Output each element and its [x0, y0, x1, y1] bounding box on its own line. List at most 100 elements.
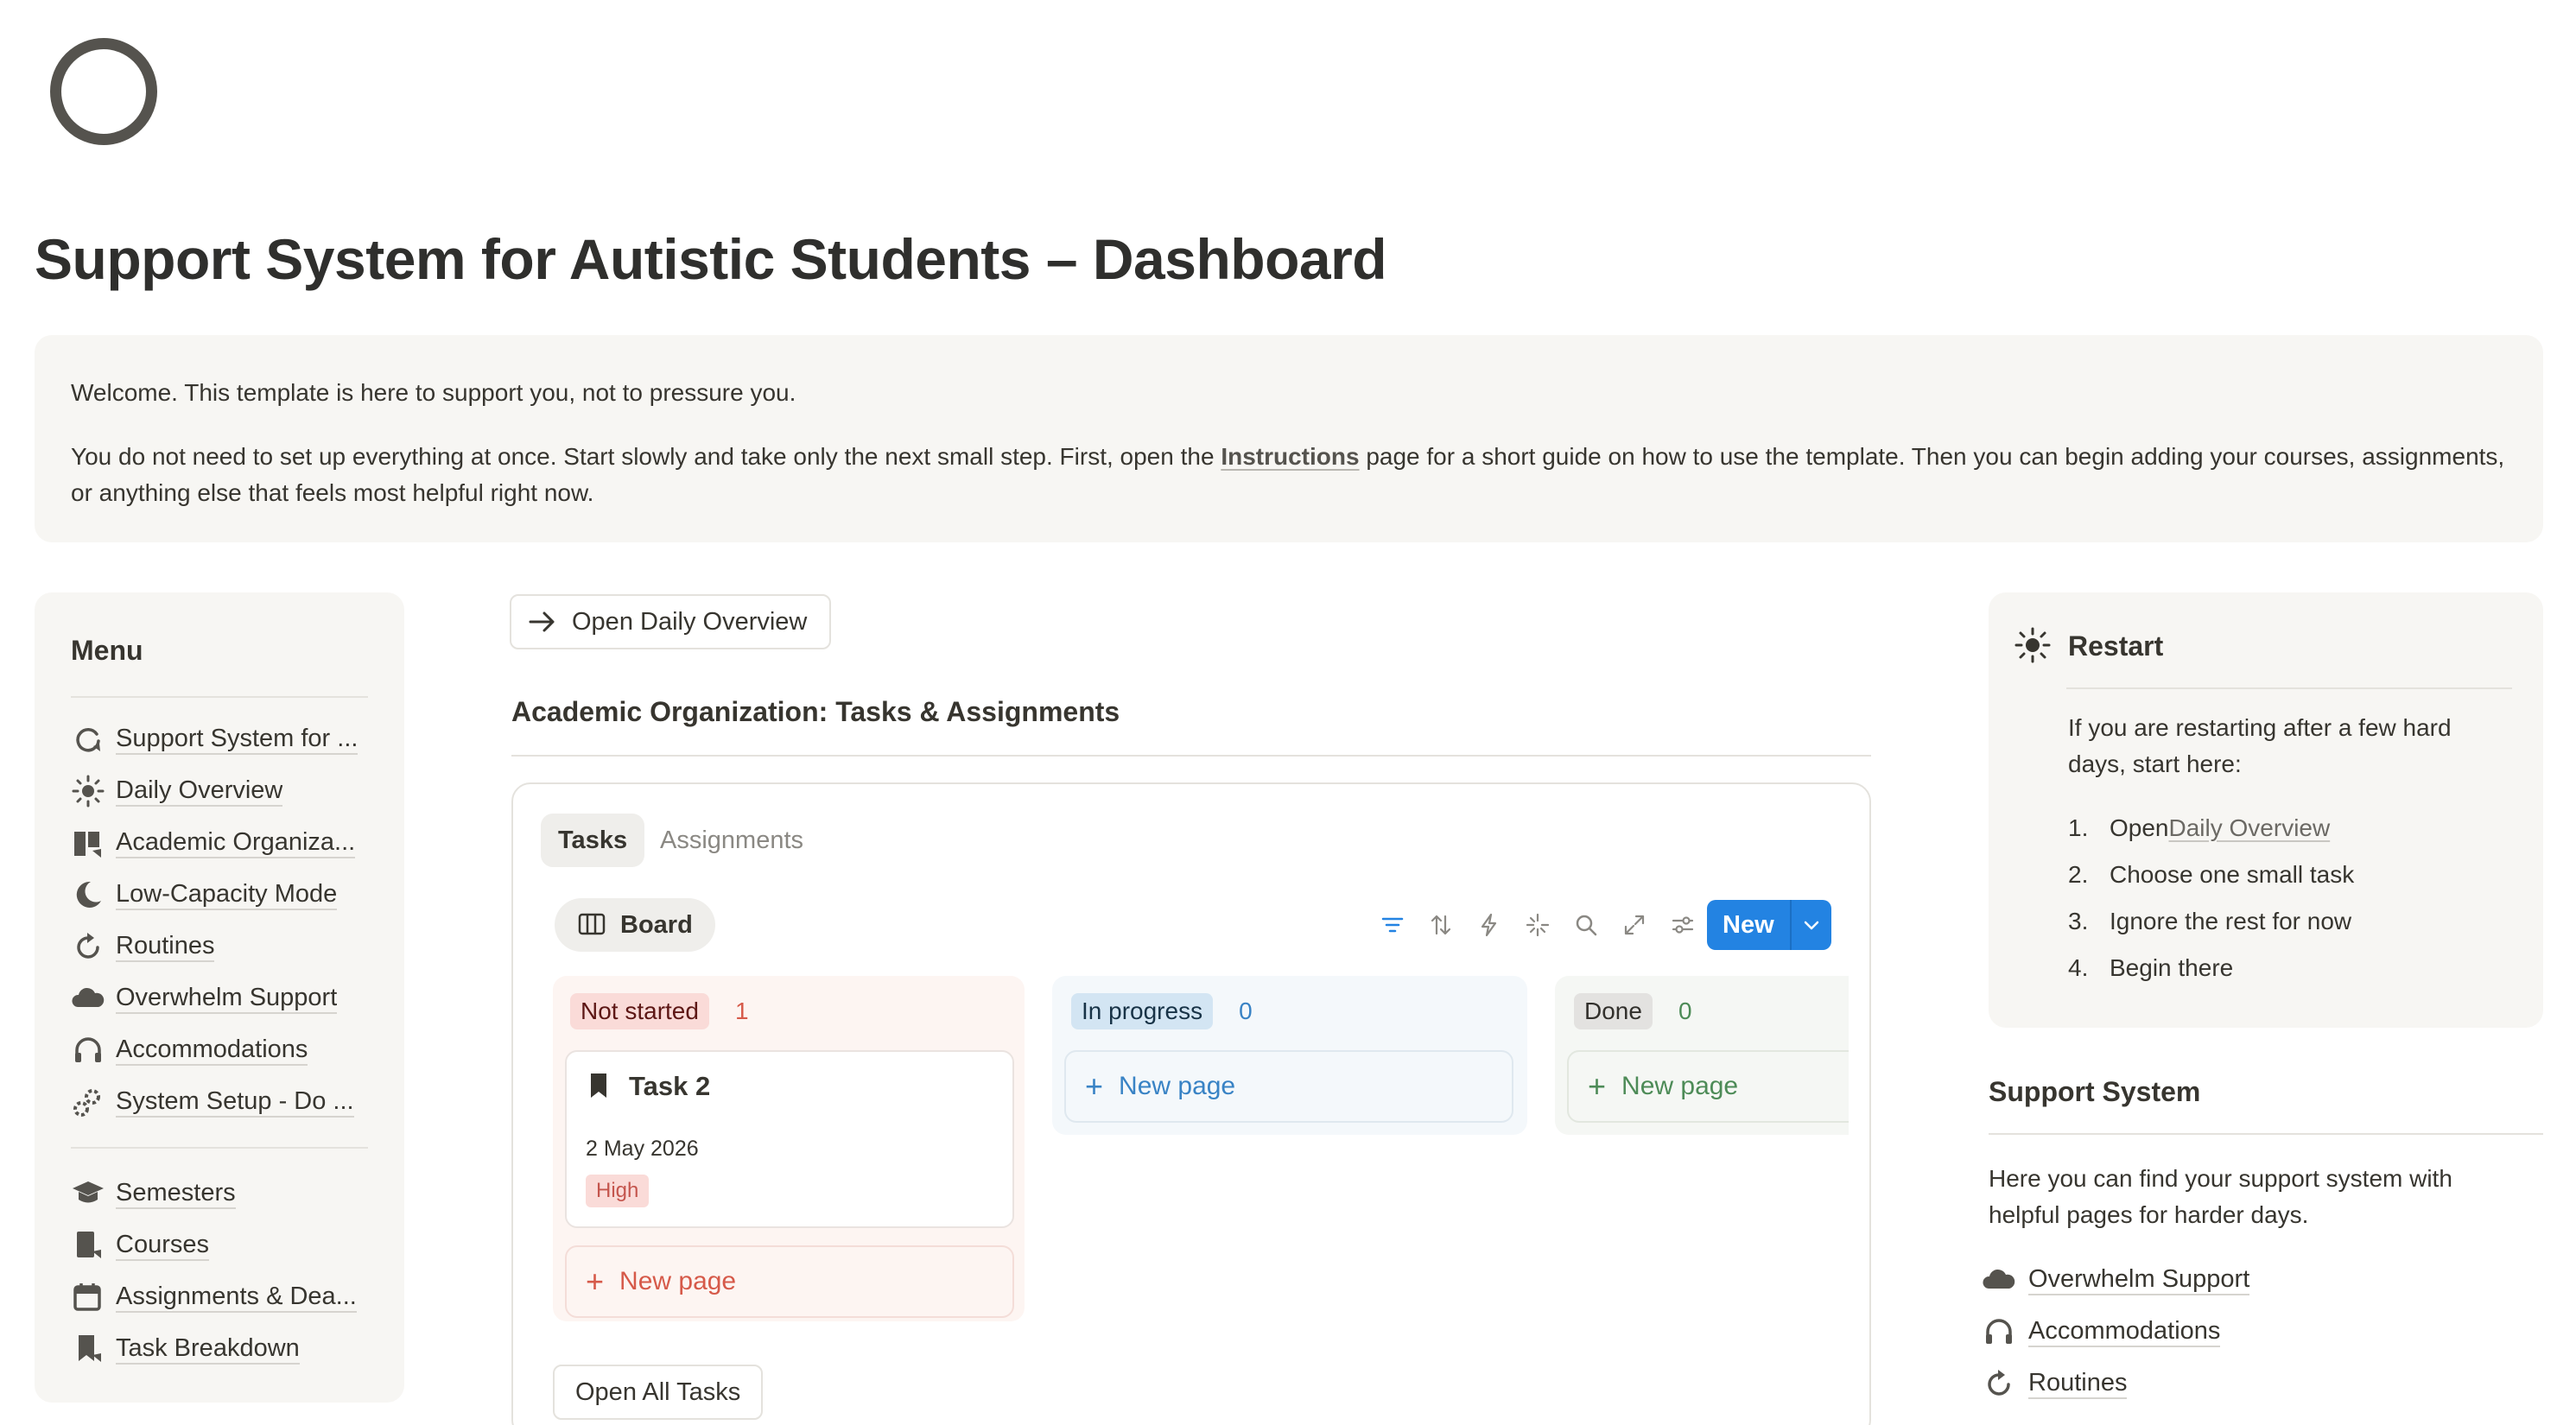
- open-daily-overview-label: Open Daily Overview: [572, 607, 808, 636]
- restart-divider: [2066, 687, 2512, 689]
- status-pill-in-progress: In progress: [1071, 993, 1214, 1029]
- notebook-icon: [71, 1228, 105, 1263]
- arrow-right-icon: [527, 606, 558, 637]
- column-count: 0: [1239, 998, 1253, 1024]
- refresh-icon: [1982, 1366, 2016, 1401]
- support-link-label: Accommodations: [2028, 1316, 2221, 1347]
- menu-item-label: Semesters: [116, 1178, 236, 1209]
- cloud-icon: [71, 981, 105, 1016]
- menu-item-label: Assignments & Dea...: [116, 1282, 357, 1313]
- menu-item-low-capacity[interactable]: Low-Capacity Mode: [71, 869, 368, 921]
- menu-item-label: Low-Capacity Mode: [116, 879, 338, 910]
- menu-divider: [71, 1147, 368, 1149]
- step-number: 2.: [2068, 861, 2089, 888]
- daily-overview-link[interactable]: Daily Overview: [2169, 810, 2331, 857]
- restart-callout: Restart If you are restarting after a fe…: [1989, 592, 2543, 1028]
- support-description: Here you can find your support system wi…: [1989, 1165, 2452, 1228]
- task-title-label: Task 2: [629, 1071, 711, 1101]
- menu-item-accommodations[interactable]: Accommodations: [71, 1024, 368, 1076]
- step-text: Open: [2110, 814, 2169, 841]
- menu-item-system-setup[interactable]: System Setup - Do ...: [71, 1076, 368, 1128]
- menu-item-label: Overwhelm Support: [116, 983, 338, 1014]
- step-number: 4.: [2068, 954, 2089, 981]
- gears-icon: [71, 1085, 105, 1119]
- support-link-routines[interactable]: Routines: [1982, 1358, 2249, 1409]
- step-text: Ignore the rest for now: [2110, 908, 2352, 934]
- step-text: Choose one small task: [2110, 861, 2355, 888]
- sun-icon: [2014, 627, 2053, 665]
- status-pill-done: Done: [1574, 993, 1653, 1029]
- task-card[interactable]: Task 2 2 May 2026 High: [565, 1050, 1014, 1228]
- callout-text: You do not need to set up everything at …: [71, 443, 1221, 470]
- board-view-selector[interactable]: Board: [555, 898, 715, 952]
- menu-item-label: Task Breakdown: [116, 1333, 300, 1365]
- bookmark-icon: [586, 1072, 615, 1101]
- menu-item-label: Courses: [116, 1230, 209, 1261]
- restart-title: Restart: [2068, 630, 2164, 662]
- task-date: 2 May 2026: [586, 1137, 699, 1161]
- column-header: Not started 1: [570, 993, 749, 1029]
- menu-item-routines[interactable]: Routines: [71, 921, 368, 972]
- plus-icon: +: [1588, 1068, 1607, 1104]
- support-divider: [1989, 1133, 2543, 1135]
- open-all-tasks-button[interactable]: Open All Tasks: [553, 1365, 764, 1420]
- headphones-icon: [71, 1033, 105, 1067]
- restart-step: 1. Open Daily Overview: [2068, 810, 2354, 857]
- menu-item-daily-overview[interactable]: Daily Overview: [71, 765, 368, 817]
- new-page-button[interactable]: + New page: [565, 1245, 1014, 1318]
- sort-icon[interactable]: [1417, 901, 1465, 949]
- new-button-label: New: [1723, 910, 1774, 939]
- menu-item-academic-organization[interactable]: Academic Organiza...: [71, 817, 368, 869]
- new-page-label: New page: [1119, 1072, 1236, 1100]
- tab-tasks[interactable]: Tasks: [541, 814, 645, 867]
- menu-item-task-breakdown[interactable]: Task Breakdown: [71, 1323, 368, 1375]
- menu-item-label: Support System for ...: [116, 724, 358, 755]
- menu-divider: [71, 696, 368, 698]
- new-button[interactable]: New: [1707, 900, 1831, 950]
- new-page-label: New page: [1621, 1072, 1739, 1100]
- menu-item-assignments-deadlines[interactable]: Assignments & Dea...: [71, 1271, 368, 1323]
- menu-item-overwhelm-support[interactable]: Overwhelm Support: [71, 972, 368, 1024]
- graduation-cap-icon: [71, 1176, 105, 1211]
- board-icon: [577, 909, 608, 940]
- circle-arrow-icon: [71, 722, 105, 757]
- section-divider: [511, 755, 1871, 757]
- page-circle-icon[interactable]: [50, 38, 157, 145]
- plus-icon: +: [586, 1264, 605, 1299]
- instructions-link[interactable]: Instructions: [1221, 443, 1359, 470]
- menu-item-label: System Setup - Do ...: [116, 1086, 354, 1118]
- step-number: 1.: [2068, 814, 2089, 841]
- chevron-down-icon[interactable]: [1792, 915, 1831, 934]
- board-column-not-started: Not started 1 Task 2 2 May 2026 High + N…: [553, 976, 1025, 1321]
- filter-icon[interactable]: [1368, 901, 1417, 949]
- menu-item-support-system[interactable]: Support System for ...: [71, 713, 368, 765]
- book-icon: [71, 826, 105, 860]
- menu-panel: Menu Support System for ... Daily Overvi…: [35, 592, 404, 1403]
- expand-icon[interactable]: [1610, 901, 1659, 949]
- new-page-button[interactable]: + New page: [1064, 1050, 1513, 1123]
- support-link-accommodations[interactable]: Accommodations: [1982, 1306, 2249, 1358]
- search-icon[interactable]: [1562, 901, 1610, 949]
- board-view-label: Board: [620, 910, 693, 939]
- refresh-icon: [71, 929, 105, 964]
- column-count: 1: [734, 998, 749, 1024]
- new-page-button[interactable]: + New page: [1567, 1050, 1849, 1123]
- automation-bolt-icon[interactable]: [1465, 901, 1513, 949]
- step-number: 3.: [2068, 908, 2089, 934]
- callout-line-2: You do not need to set up everything at …: [71, 439, 2507, 511]
- restart-step: 2. Choose one small task: [2068, 857, 2354, 903]
- menu-item-semesters[interactable]: Semesters: [71, 1168, 368, 1219]
- settings-sliders-icon[interactable]: [1659, 901, 1707, 949]
- database-toolbar: [1368, 900, 1707, 950]
- open-daily-overview-button[interactable]: Open Daily Overview: [510, 594, 832, 649]
- support-link-label: Routines: [2028, 1368, 2128, 1399]
- calendar-icon: [71, 1280, 105, 1314]
- support-link-overwhelm[interactable]: Overwhelm Support: [1982, 1254, 2250, 1306]
- menu-item-courses[interactable]: Courses: [71, 1219, 368, 1271]
- menu-item-label: Academic Organiza...: [116, 827, 356, 858]
- moon-icon: [71, 877, 105, 912]
- tab-assignments[interactable]: Assignments: [643, 814, 821, 867]
- restart-intro: If you are restarting after a few hard d…: [2068, 714, 2452, 777]
- sparkle-icon[interactable]: [1513, 901, 1562, 949]
- menu-title: Menu: [71, 635, 143, 666]
